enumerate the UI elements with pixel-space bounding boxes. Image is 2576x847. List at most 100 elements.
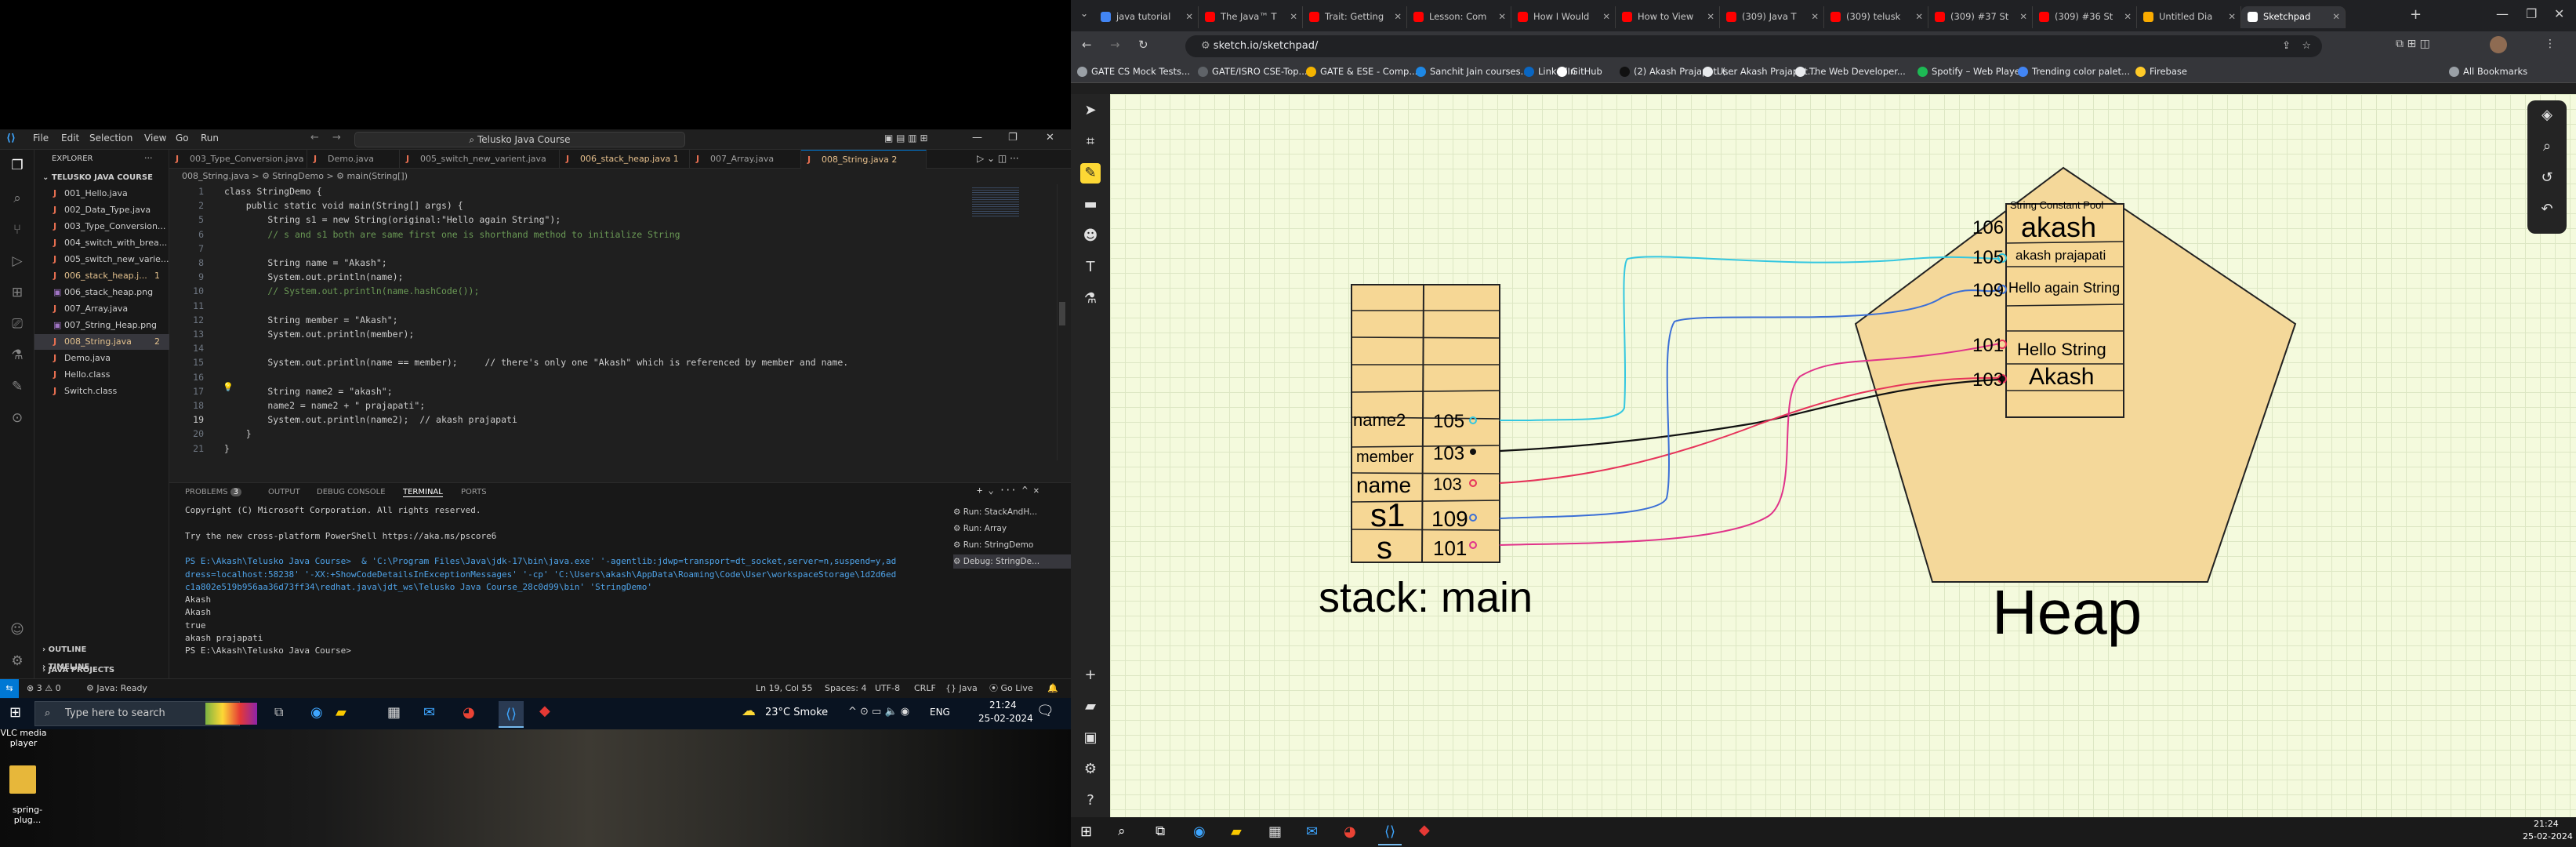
lightbulb-icon[interactable]: 💡 [223, 382, 234, 392]
file-item[interactable]: ▣ 006_stack_heap.png [34, 285, 169, 300]
terminal-instance[interactable]: ⚙ Run: StackAndH... [953, 505, 1071, 519]
history-icon[interactable]: ↺ [2537, 168, 2557, 188]
scrollbar-thumb[interactable] [1059, 302, 1065, 325]
select-cursor-icon[interactable]: ➤ [1080, 100, 1101, 121]
command-center-search[interactable]: ⌕ Telusko Java Course [354, 132, 685, 147]
testing-icon[interactable]: ⚗ [8, 346, 27, 365]
panel-tab-debug-console[interactable]: DEBUG CONSOLE [317, 488, 386, 496]
java-projects-icon[interactable]: ✎ [8, 377, 27, 396]
run-button-icon[interactable]: ▷ ⌄ ◫ ··· [977, 153, 1019, 164]
tab-005-switch[interactable]: J 005_switch_new_varient.java [400, 150, 560, 169]
status-spaces[interactable]: Spaces: 4 [825, 679, 866, 698]
tab-close-icon[interactable]: ✕ [1185, 6, 1193, 27]
chrome-tab[interactable]: Trait: Getting ✕ [1303, 6, 1407, 28]
share-icon[interactable]: ⇪ [2282, 35, 2291, 57]
chrome-tab[interactable]: The Java™ T ✕ [1199, 6, 1303, 28]
close-icon[interactable]: ✕ [1046, 132, 1054, 144]
bookmark-item[interactable]: Sanchit Jain courses... [1416, 66, 1529, 77]
settings-gear-icon[interactable]: ⚙ [8, 652, 27, 671]
bookmark-item[interactable]: GATE CS Mock Tests... [1077, 66, 1190, 77]
chrome-icon[interactable]: ◕ [463, 704, 475, 721]
chrome-tab[interactable]: (309) #37 St ✕ [1928, 6, 2033, 28]
bookmark-item[interactable]: All Bookmarks [2449, 66, 2527, 77]
new-terminal-icon[interactable]: + ⌄ ··· ^ ✕ [977, 485, 1039, 496]
bookmark-item[interactable]: The Web Developer... [1795, 66, 1906, 77]
search-icon[interactable]: ⌕ [8, 189, 27, 208]
tab-close-icon[interactable]: ✕ [2019, 6, 2027, 27]
edge-icon[interactable]: ◉ [310, 704, 323, 721]
source-control-icon[interactable]: ⑂ [8, 220, 27, 239]
menu-view[interactable]: View [144, 133, 166, 144]
back-arrow-icon[interactable]: ← [1082, 38, 1092, 52]
tray-icons[interactable]: ^ ⊙ ▭ 🔈 ◉ [848, 706, 909, 718]
address-bar[interactable]: ⚙ sketch.io/sketchpad/ ⇪ ☆ [1185, 35, 2322, 57]
store-icon[interactable]: ▦ [1268, 823, 1282, 840]
tab-close-icon[interactable]: ✕ [1394, 6, 1402, 27]
file-item[interactable]: ▣ 007_String_Heap.png [34, 318, 169, 333]
restore-icon[interactable]: ❐ [1008, 132, 1018, 144]
tab-007-array[interactable]: J 007_Array.java [690, 150, 801, 169]
forward-arrow-icon[interactable]: → [1110, 38, 1120, 52]
menu-file[interactable]: File [33, 133, 49, 144]
bookmark-item[interactable]: GATE & ESE - Comp... [1306, 66, 1417, 77]
text-tool-icon[interactable]: T [1080, 257, 1101, 278]
file-item[interactable]: J Demo.java [34, 351, 169, 366]
folder-icon[interactable] [9, 765, 36, 794]
more-actions-icon[interactable]: ··· [144, 153, 153, 163]
search-icon[interactable]: ⌕ [1118, 823, 1126, 839]
sketch-canvas[interactable]: name2 105 member 103 name 103 s1 109 s 1… [1110, 94, 2576, 817]
file-item[interactable]: J 007_Array.java [34, 301, 169, 317]
run-debug-icon[interactable]: ▷ [8, 252, 27, 271]
terminal-instance[interactable]: ⚙ Run: Array [953, 522, 1071, 536]
mail-icon[interactable]: ✉ [423, 704, 435, 721]
panel-tab-terminal[interactable]: TERMINAL [403, 488, 443, 497]
store-icon[interactable]: ▦ [387, 704, 401, 721]
layout-toggle-icon[interactable]: ▣ ▤ ▥ ⊞ [884, 133, 928, 144]
extensions-puzzle-icon[interactable]: ⧉ ⊞ ◫ [2396, 38, 2430, 50]
desktop-icon-spring-plug[interactable]: spring-plug... [0, 805, 55, 825]
bookmark-item[interactable]: GATE/ISRO CSE-Top... [1198, 66, 1308, 77]
file-item[interactable]: J Switch.class [34, 384, 169, 399]
status-eol[interactable]: CRLF [914, 679, 936, 698]
tab-demo[interactable]: J Demo.java [307, 150, 400, 169]
eraser-icon[interactable]: ▬ [1080, 194, 1101, 215]
file-item[interactable]: J Hello.class [34, 367, 169, 383]
tab-close-icon[interactable]: ✕ [1707, 6, 1714, 27]
status-java-ready[interactable]: ⚙ Java: Ready [86, 679, 147, 698]
status-position[interactable]: Ln 19, Col 55 [756, 679, 813, 698]
file-item[interactable]: J 006_stack_heap.j... 1 [34, 268, 169, 284]
workspace-root[interactable]: ⌄ TELUSKO JAVA COURSE [34, 170, 169, 186]
menu-selection[interactable]: Selection [89, 133, 132, 144]
chrome-tab[interactable]: How I Would ✕ [1511, 6, 1616, 28]
open-folder-icon[interactable]: ▰ [1080, 696, 1101, 717]
terminal-instance[interactable]: ⚙ Debug: StringDe... [953, 554, 1071, 569]
tab-close-icon[interactable]: ✕ [2228, 6, 2236, 27]
tab-008-string[interactable]: J 008_String.java 2 [801, 150, 927, 169]
tab-search-chevron-icon[interactable]: ⌄ [1080, 8, 1088, 19]
tab-close-icon[interactable]: ✕ [1290, 6, 1297, 27]
bookmark-item[interactable]: Trending color palet... [2018, 66, 2130, 77]
crop-icon[interactable]: ⌗ [1080, 132, 1101, 152]
save-icon[interactable]: ▣ [1080, 728, 1101, 748]
layers-icon[interactable]: ◈ [2537, 105, 2557, 125]
windows-start-icon[interactable]: ⊞ [1080, 823, 1092, 840]
tab-003-type-conversion[interactable]: J 003_Type_Conversion.java [169, 150, 307, 169]
pencil-icon[interactable]: ✎ [1080, 163, 1101, 184]
chrome-tab[interactable]: Sketchpad ✕ [2241, 6, 2346, 28]
chrome-tab[interactable]: Lesson: Com ✕ [1407, 6, 1511, 28]
menu-edit[interactable]: Edit [61, 133, 79, 144]
panel-tab-output[interactable]: OUTPUT [268, 488, 300, 496]
file-item[interactable]: J 003_Type_Conversion... [34, 219, 169, 234]
live-share-icon[interactable]: ⊙ [8, 409, 27, 427]
tab-006-stack-heap[interactable]: J 006_stack_heap.java 1 [560, 150, 690, 169]
chrome-tab[interactable]: How to View ✕ [1616, 6, 1720, 28]
file-item[interactable]: J 004_switch_with_brea... [34, 235, 169, 251]
file-item[interactable]: J 002_Data_Type.java [34, 202, 169, 218]
weather-text[interactable]: 23°C Smoke [765, 707, 828, 718]
explorer-icon[interactable]: ❐ [8, 156, 27, 175]
emoji-icon[interactable]: ☻ [1080, 226, 1101, 246]
editor-scrollbar[interactable] [1057, 184, 1066, 460]
mail-icon[interactable]: ✉ [1306, 823, 1318, 840]
add-icon[interactable]: + [1080, 665, 1101, 685]
back-arrow-icon[interactable]: ← [310, 132, 319, 144]
